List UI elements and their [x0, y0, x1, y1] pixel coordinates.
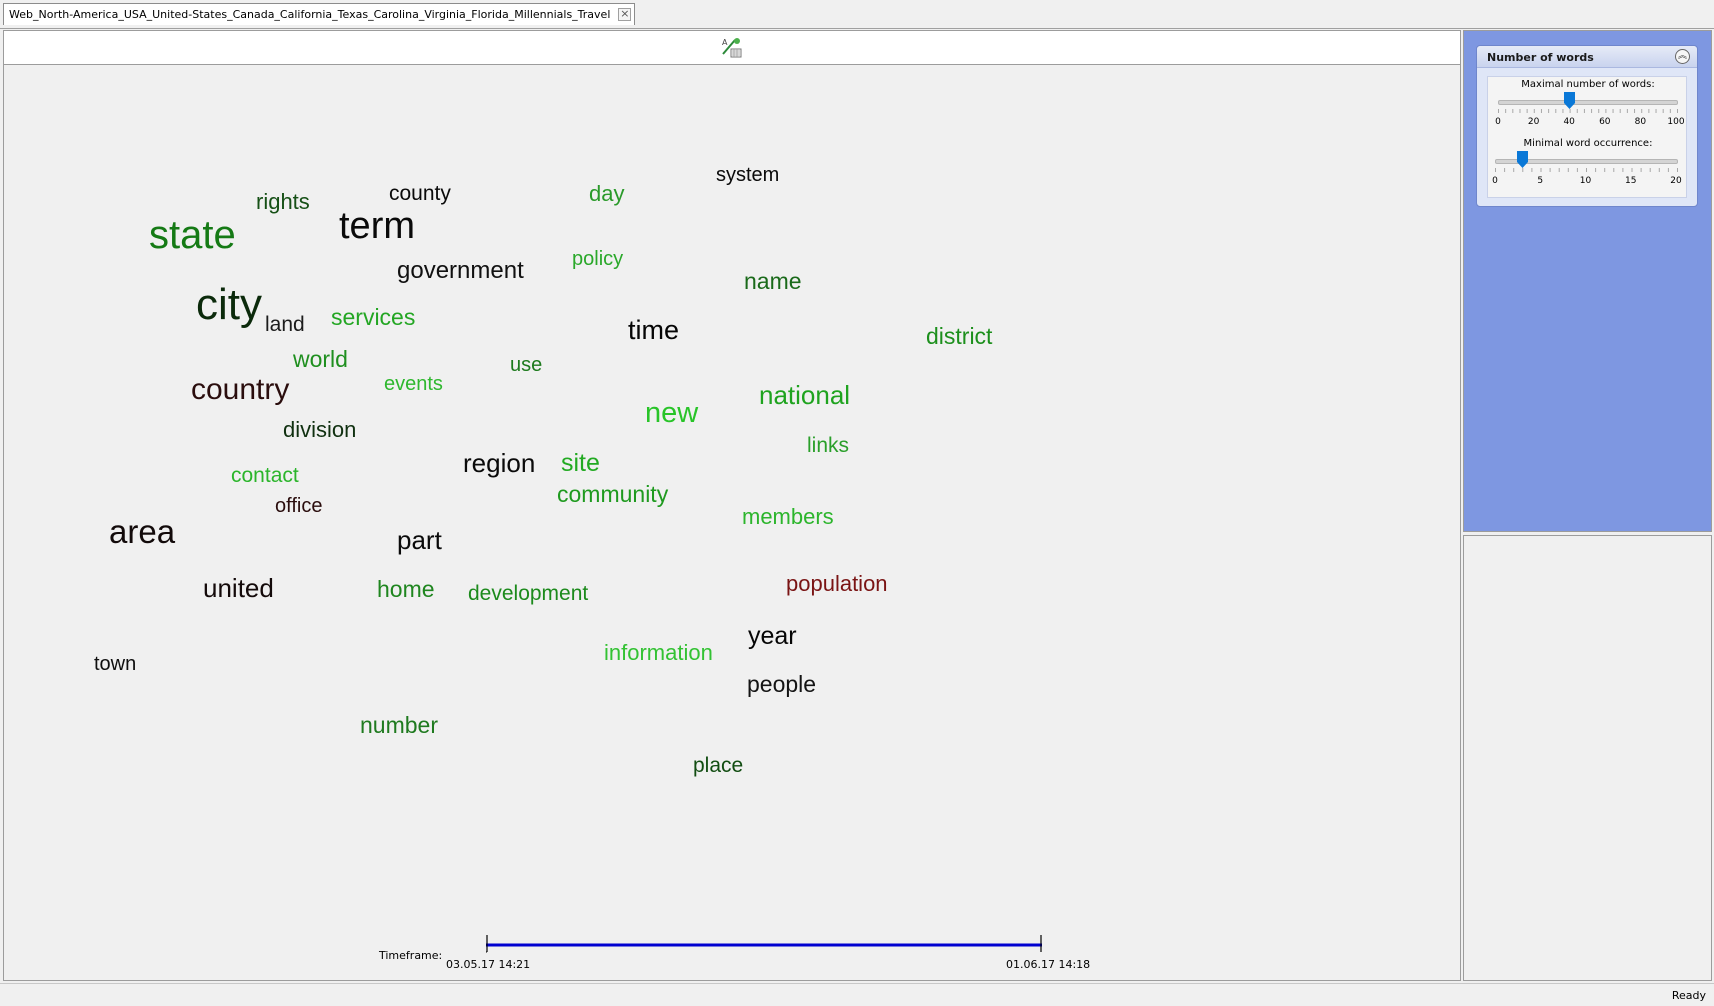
- cloud-word[interactable]: place: [693, 755, 743, 776]
- tab-title: Web_North-America_USA_United-States_Cana…: [9, 8, 611, 21]
- slider-tick-label: 20: [1670, 176, 1682, 186]
- cloud-word[interactable]: people: [747, 673, 816, 696]
- cloud-word[interactable]: office: [275, 496, 322, 516]
- min-occurrence-label: Minimal word occurrence:: [1523, 138, 1653, 149]
- cloud-word[interactable]: city: [196, 283, 262, 327]
- slider-tick-label: 10: [1579, 176, 1592, 186]
- word-cloud-panel: A state city term area country new time nationa…: [3, 30, 1461, 981]
- max-words-slider-thumb[interactable]: [1563, 92, 1575, 109]
- cloud-word[interactable]: community: [557, 483, 668, 506]
- settings-panel: Number of words ︽ Maximal number of word…: [1463, 30, 1712, 532]
- cloud-word[interactable]: day: [589, 183, 624, 205]
- collapse-up-icon[interactable]: ︽: [1675, 49, 1690, 64]
- cloud-word[interactable]: home: [377, 578, 435, 601]
- cloud-word[interactable]: information: [604, 642, 713, 664]
- min-occurrence-ticks: [1495, 168, 1678, 172]
- max-words-ticks: [1498, 109, 1678, 113]
- toolbar: A: [4, 31, 1460, 65]
- cloud-word[interactable]: development: [468, 583, 588, 604]
- cloud-word[interactable]: population: [786, 573, 888, 595]
- cloud-word[interactable]: year: [748, 624, 797, 649]
- slider-tick-label: 80: [1634, 117, 1647, 127]
- cloud-word[interactable]: rights: [256, 191, 310, 213]
- slider-tick-label: 20: [1527, 117, 1540, 127]
- svg-text:A: A: [722, 38, 728, 47]
- timeframe-start: 03.05.17 14:21: [446, 958, 531, 971]
- cloud-word[interactable]: land: [265, 314, 305, 335]
- cloud-word[interactable]: government: [397, 259, 524, 283]
- cloud-word[interactable]: united: [203, 575, 274, 601]
- cloud-word[interactable]: division: [283, 419, 356, 441]
- cloud-settings-icon[interactable]: A: [719, 34, 745, 60]
- slider-tick-label: 60: [1599, 117, 1611, 127]
- cloud-word[interactable]: use: [510, 355, 542, 375]
- cloud-word[interactable]: contact: [231, 465, 299, 486]
- slider-tick-label: 100: [1667, 117, 1685, 127]
- cloud-word[interactable]: time: [628, 317, 679, 344]
- cloud-word[interactable]: county: [389, 183, 451, 204]
- cloud-word[interactable]: area: [109, 515, 175, 548]
- word-cloud: state city term area country new time national p…: [4, 65, 1460, 945]
- slider-tick-label: 0: [1495, 117, 1501, 127]
- cloud-word[interactable]: national: [759, 382, 850, 408]
- max-words-label: Maximal number of words:: [1521, 79, 1655, 90]
- timeframe-slider[interactable]: [486, 933, 1042, 953]
- group-body: Maximal number of words: 0 20 40 60 80 100 Mi…: [1487, 76, 1687, 198]
- tab-strip: Web_North-America_USA_United-States_Cana…: [0, 0, 1714, 29]
- slider-tick-label: 5: [1537, 176, 1544, 186]
- close-icon[interactable]: ×: [618, 8, 632, 21]
- slider-tick-label: 40: [1563, 117, 1575, 127]
- status-bar: Ready: [0, 983, 1714, 1006]
- cloud-word[interactable]: state: [149, 215, 236, 255]
- timeframe-label: Timeframe:: [379, 949, 443, 962]
- cloud-word[interactable]: part: [397, 527, 442, 553]
- max-words-track[interactable]: [1498, 100, 1678, 105]
- cloud-word[interactable]: term: [339, 207, 415, 245]
- cloud-word[interactable]: policy: [572, 249, 623, 269]
- cloud-word[interactable]: district: [926, 325, 992, 348]
- cloud-word[interactable]: services: [331, 306, 415, 329]
- cloud-word[interactable]: town: [94, 654, 136, 674]
- status-text: Ready: [1671, 989, 1706, 1002]
- cloud-word[interactable]: members: [742, 506, 834, 528]
- slider-tick-label: 0: [1492, 176, 1498, 186]
- document-tab[interactable]: Web_North-America_USA_United-States_Cana…: [3, 3, 636, 25]
- number-of-words-group: Number of words ︽ Maximal number of word…: [1476, 45, 1698, 207]
- cloud-word[interactable]: number: [360, 714, 438, 737]
- cloud-word[interactable]: links: [807, 435, 849, 456]
- min-occurrence-slider-thumb[interactable]: [1516, 151, 1528, 168]
- cloud-word[interactable]: site: [561, 451, 600, 476]
- slider-tick-label: 15: [1625, 176, 1637, 186]
- cloud-word[interactable]: region: [463, 450, 535, 476]
- details-panel: [1463, 535, 1712, 981]
- group-title: Number of words: [1487, 51, 1594, 64]
- timeframe-end: 01.06.17 14:18: [1006, 958, 1091, 971]
- cloud-word[interactable]: system: [716, 165, 779, 185]
- cloud-word[interactable]: name: [744, 270, 802, 293]
- cloud-word[interactable]: world: [293, 348, 348, 371]
- cloud-word[interactable]: events: [384, 374, 443, 394]
- cloud-word[interactable]: new: [645, 399, 698, 428]
- group-header[interactable]: Number of words ︽: [1477, 46, 1697, 68]
- cloud-word[interactable]: country: [191, 375, 289, 405]
